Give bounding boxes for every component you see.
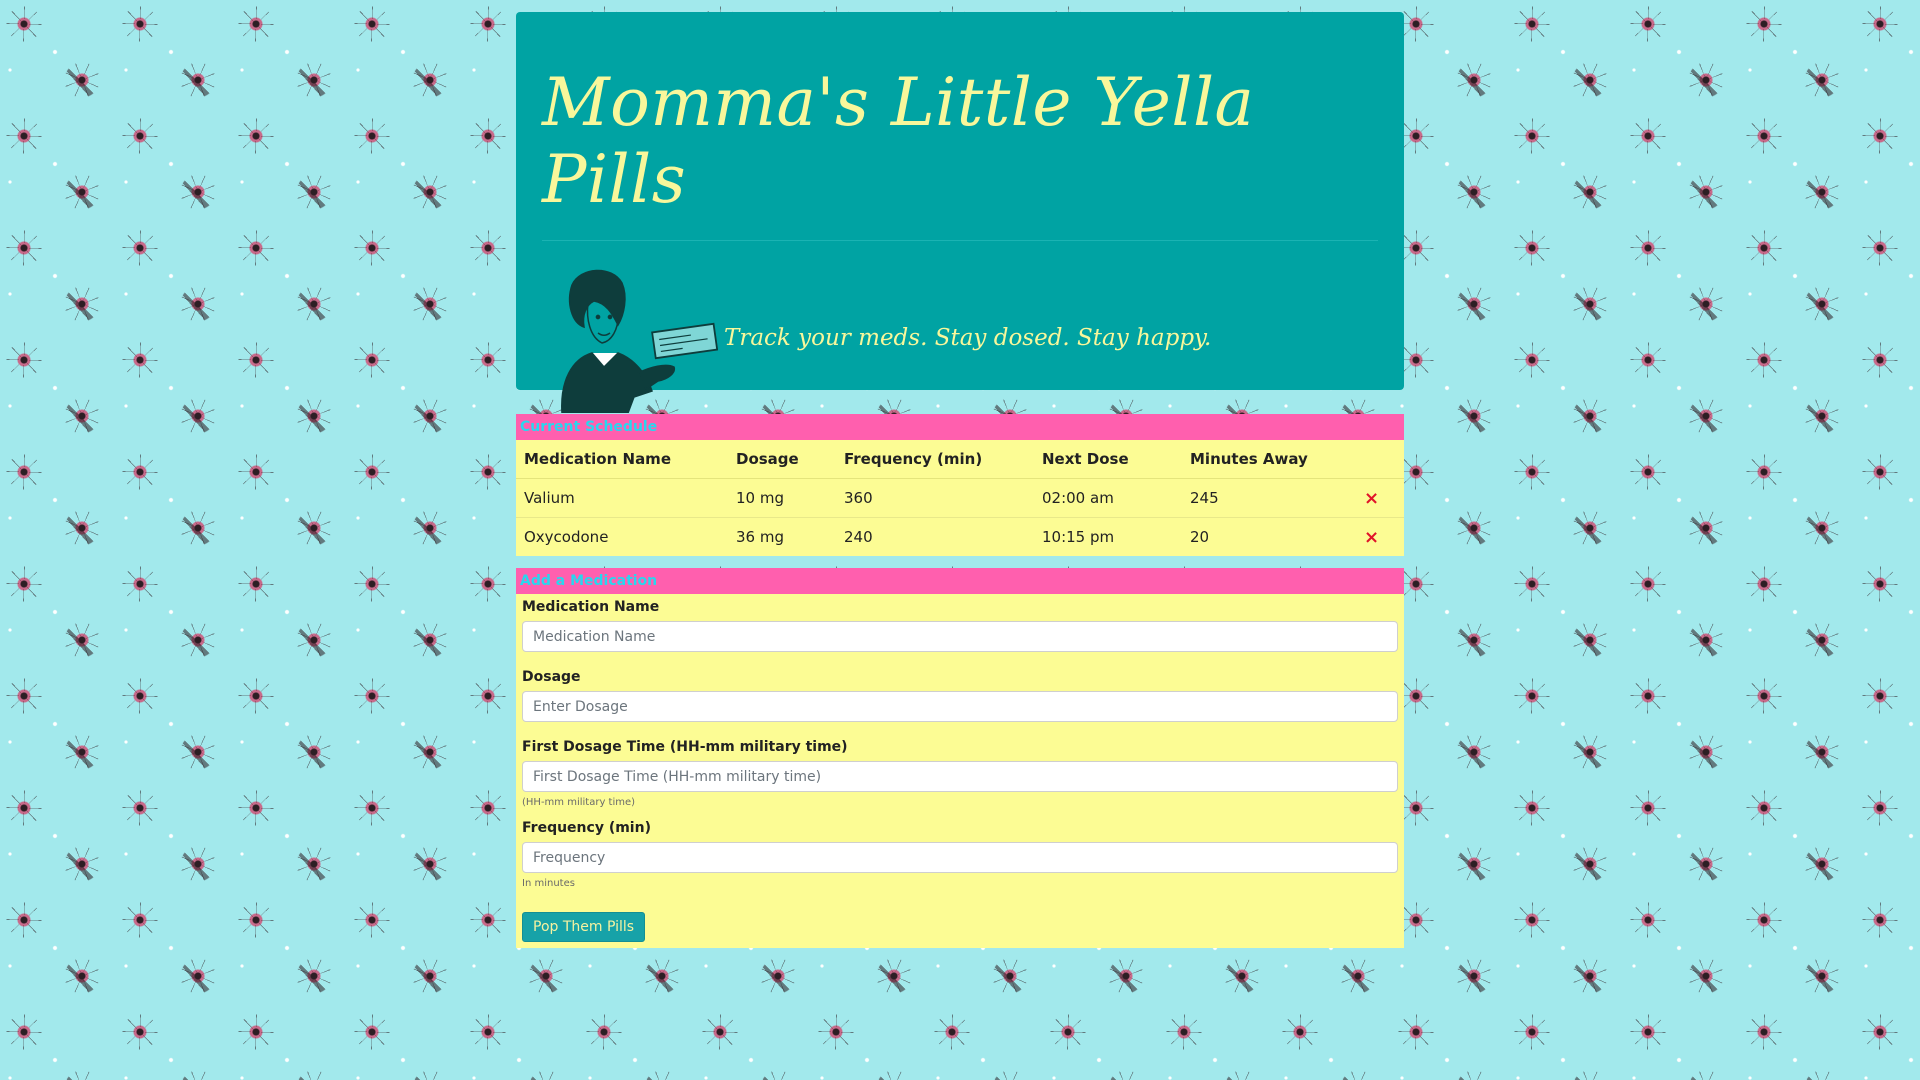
pop-them-pills-button[interactable]: Pop Them Pills [522, 912, 646, 942]
dosage-label: Dosage [522, 669, 581, 685]
table-row: Valium 10 mg 360 02:00 am 245 × [516, 478, 1404, 518]
schedule-heading: Current Schedule [516, 414, 1404, 440]
column-header-medication-name: Medication Name [516, 440, 728, 479]
header-divider [542, 240, 1378, 241]
column-header-next-dose: Next Dose [1034, 440, 1182, 479]
dosage-cell: 10 mg [728, 478, 836, 518]
close-icon[interactable]: × [1364, 527, 1379, 548]
main-container: Momma's Little Yella Pills Track your me… [516, 12, 1404, 948]
site-title: Momma's Little Yella Pills [542, 64, 1255, 218]
add-medication-heading: Add a Medication [516, 568, 1404, 594]
dosage-cell: 36 mg [728, 517, 836, 556]
column-header-minutes-away: Minutes Away [1182, 440, 1348, 479]
add-medication-form: Medication Name Dosage First Dosage Time… [516, 594, 1404, 948]
frequency-cell: 240 [836, 517, 1034, 556]
tagline: Track your meds. Stay dosed. Stay happy. [724, 325, 1212, 351]
medication-name-label: Medication Name [522, 599, 660, 615]
medication-name-cell: Valium [516, 478, 728, 518]
frequency-label: Frequency (min) [522, 820, 651, 836]
schedule-table: Medication Name Dosage Frequency (min) N… [516, 440, 1404, 556]
medication-name-input[interactable] [522, 621, 1398, 652]
hero-row: Track your meds. Stay dosed. Stay happy. [542, 263, 1378, 413]
medication-name-group: Medication Name [522, 596, 1398, 652]
table-header-row: Medication Name Dosage Frequency (min) N… [516, 440, 1404, 479]
schedule-panel: Current Schedule Medication Name Dosage … [516, 414, 1404, 556]
close-icon[interactable]: × [1364, 488, 1379, 509]
next-dose-cell: 10:15 pm [1034, 517, 1182, 556]
column-header-dosage: Dosage [728, 440, 836, 479]
minutes-away-cell: 20 [1182, 517, 1348, 556]
frequency-help: In minutes [522, 878, 575, 889]
delete-cell: × [1348, 478, 1404, 518]
column-header-actions [1348, 440, 1404, 479]
medication-name-cell: Oxycodone [516, 517, 728, 556]
retro-woman-illustration [561, 269, 718, 413]
table-row: Oxycodone 36 mg 240 10:15 pm 20 × [516, 517, 1404, 556]
first-dosage-time-label: First Dosage Time (HH-mm military time) [522, 739, 848, 755]
frequency-input[interactable] [522, 842, 1398, 873]
column-header-frequency: Frequency (min) [836, 440, 1034, 479]
add-medication-panel: Add a Medication Medication Name Dosage … [516, 568, 1404, 948]
first-dosage-time-input[interactable] [522, 761, 1398, 792]
frequency-cell: 360 [836, 478, 1034, 518]
first-dosage-time-help: (HH-mm military time) [522, 797, 636, 808]
first-dosage-time-group: First Dosage Time (HH-mm military time) … [522, 736, 1398, 811]
minutes-away-cell: 245 [1182, 478, 1348, 518]
delete-cell: × [1348, 517, 1404, 556]
next-dose-cell: 02:00 am [1034, 478, 1182, 518]
dosage-group: Dosage [522, 666, 1398, 722]
frequency-group: Frequency (min) In minutes [522, 817, 1398, 892]
dosage-input[interactable] [522, 691, 1398, 722]
header-jumbotron: Momma's Little Yella Pills Track your me… [516, 12, 1404, 413]
